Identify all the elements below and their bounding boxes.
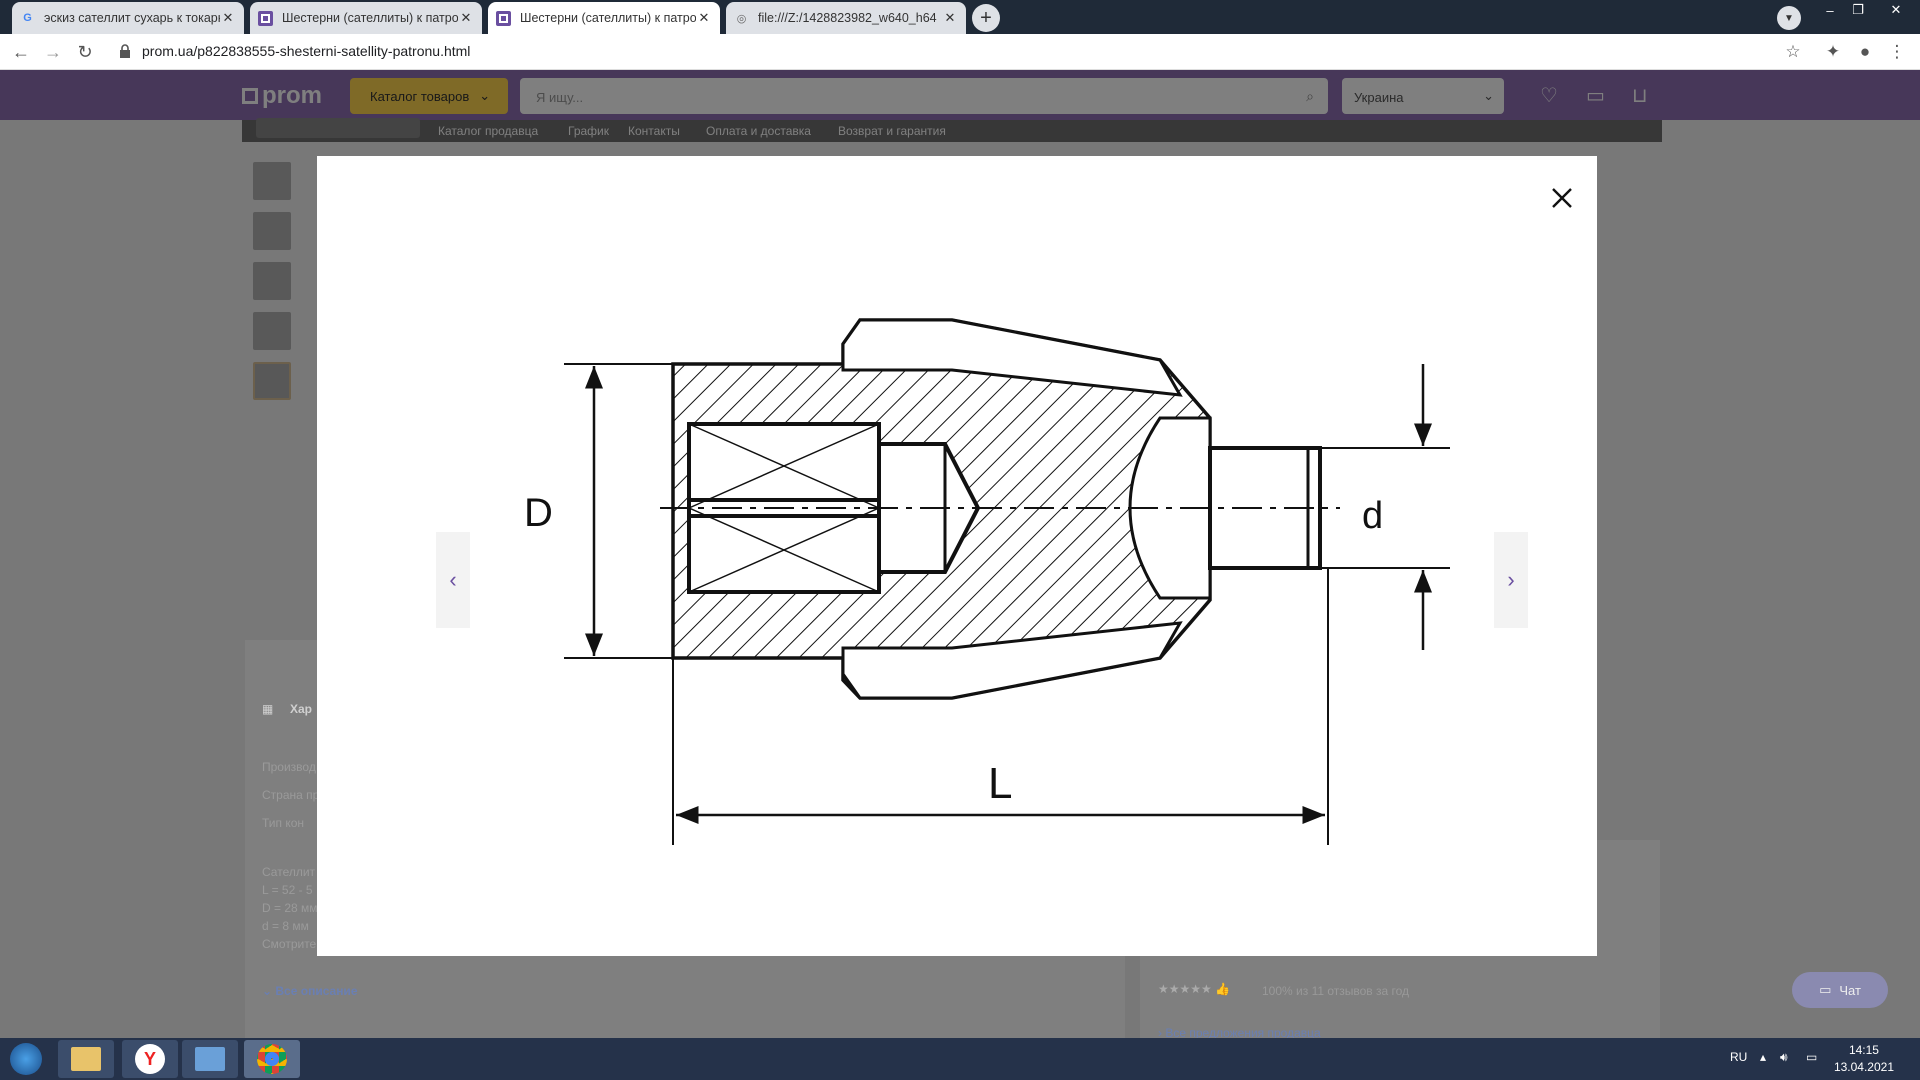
chrome-taskbar-button[interactable] <box>244 1040 300 1078</box>
tab-title: Шестерни (сателлиты) к патрон <box>520 11 696 25</box>
dimension-D <box>564 363 673 659</box>
new-tab-button[interactable]: + <box>972 4 1000 32</box>
browser-tab-bar: G эскиз сателлит сухарь к токарн ✕ Шесте… <box>0 0 1920 34</box>
technical-drawing: D d L <box>524 318 1450 845</box>
minimize-icon[interactable]: – <box>1816 0 1844 20</box>
characteristics-heading: Хар <box>290 702 313 716</box>
address-bar: ← → ↻ prom.ua/p822838555-shesterni-satel… <box>0 34 1920 70</box>
lock-icon <box>120 44 130 58</box>
windows-taskbar: Y RU ▴ 🔊︎ ▭ 14:15 13.04.2021 <box>0 1038 1920 1080</box>
browser-tab-4[interactable]: ◎ file:///Z:/1428823982_w640_h64 ✕ <box>726 2 966 34</box>
chevron-right-icon[interactable]: › <box>1494 532 1528 628</box>
rating-text: 100% из 11 отзывов за год <box>1262 984 1410 998</box>
tray-expand-icon[interactable]: ▴ <box>1760 1050 1766 1064</box>
start-button[interactable] <box>2 1040 50 1078</box>
yandex-icon: Y <box>135 1044 165 1074</box>
extensions-icon[interactable]: ✦ <box>1822 41 1844 63</box>
desc-line: Смотрите <box>262 937 317 951</box>
prom-favicon-icon <box>496 10 511 26</box>
characteristics-icon: ▦ <box>262 702 274 716</box>
label-L: L <box>988 759 1012 808</box>
chevron-left-icon[interactable]: ‹ <box>436 532 470 628</box>
window-app-icon <box>195 1047 225 1071</box>
chrome-icon <box>257 1044 287 1074</box>
back-icon[interactable]: ← <box>10 41 32 63</box>
close-tab-icon[interactable]: ✕ <box>696 10 712 26</box>
chat-button[interactable]: ▭ Чат <box>1792 972 1888 1008</box>
volume-icon[interactable]: 🔊︎ <box>1780 1050 1788 1065</box>
close-tab-icon[interactable]: ✕ <box>458 10 474 26</box>
tab-title: file:///Z:/1428823982_w640_h64 <box>758 11 937 25</box>
tab-search-icon[interactable]: ▼ <box>1777 6 1801 30</box>
app-taskbar-button[interactable] <box>182 1040 238 1078</box>
spec-label: Производ <box>262 760 316 774</box>
close-window-icon[interactable]: ✕ <box>1876 0 1916 20</box>
spec-label: Тип кон <box>262 816 305 830</box>
chat-icon: ▭ <box>1819 982 1832 997</box>
browser-tab-1[interactable]: G эскиз сателлит сухарь к токарн ✕ <box>12 2 244 34</box>
label-d: d <box>1362 495 1383 537</box>
menu-icon[interactable]: ⋮ <box>1886 41 1908 63</box>
close-icon[interactable] <box>1540 176 1584 220</box>
all-description-link[interactable]: ⌄ Все описание <box>262 984 358 998</box>
clock-date: 13.04.2021 <box>1833 1060 1894 1074</box>
url-field[interactable]: prom.ua/p822838555-shesterni-satellity-p… <box>142 43 470 59</box>
prom-favicon-icon <box>258 10 273 26</box>
tab-title: эскиз сателлит сухарь к токарн <box>44 11 220 25</box>
desc-line: Сателлит <box>262 865 316 879</box>
forward-icon[interactable]: → <box>42 41 64 63</box>
google-icon: G <box>23 12 32 24</box>
desc-line: d = 8 мм <box>262 919 309 933</box>
system-clock[interactable]: 14:15 13.04.2021 <box>1834 1042 1894 1076</box>
restore-icon[interactable]: ❐ <box>1844 0 1872 20</box>
rating-stars-icon: ★★★★★ 👍 <box>1158 982 1231 996</box>
network-icon[interactable]: ▭ <box>1806 1050 1817 1064</box>
chat-label: Чат <box>1839 982 1861 998</box>
chevron-down-icon: ⌄ <box>262 984 276 998</box>
reload-icon[interactable]: ↻ <box>74 41 96 63</box>
profile-avatar-icon[interactable]: ● <box>1854 41 1876 63</box>
browser-tab-2[interactable]: Шестерни (сателлиты) к патрон ✕ <box>250 2 482 34</box>
bookmark-star-icon[interactable]: ☆ <box>1782 41 1804 63</box>
desc-line: L = 52 - 5 <box>262 883 313 897</box>
spec-label: Страна пр <box>262 788 320 802</box>
tab-title: Шестерни (сателлиты) к патрон <box>282 11 458 25</box>
browser-tab-3-active[interactable]: Шестерни (сателлиты) к патрон ✕ <box>488 2 720 34</box>
close-tab-icon[interactable]: ✕ <box>942 10 958 26</box>
windows-logo-icon <box>10 1043 42 1075</box>
close-tab-icon[interactable]: ✕ <box>220 10 236 26</box>
globe-icon: ◎ <box>736 12 747 25</box>
folder-icon <box>71 1047 101 1071</box>
all-description-label: Все описание <box>275 984 358 998</box>
label-D: D <box>524 491 553 535</box>
desc-line: D = 28 мм <box>262 901 318 915</box>
yandex-taskbar-button[interactable]: Y <box>122 1040 178 1078</box>
language-indicator[interactable]: RU <box>1730 1050 1747 1064</box>
explorer-taskbar-button[interactable] <box>58 1040 114 1078</box>
clock-time: 14:15 <box>1848 1043 1879 1057</box>
